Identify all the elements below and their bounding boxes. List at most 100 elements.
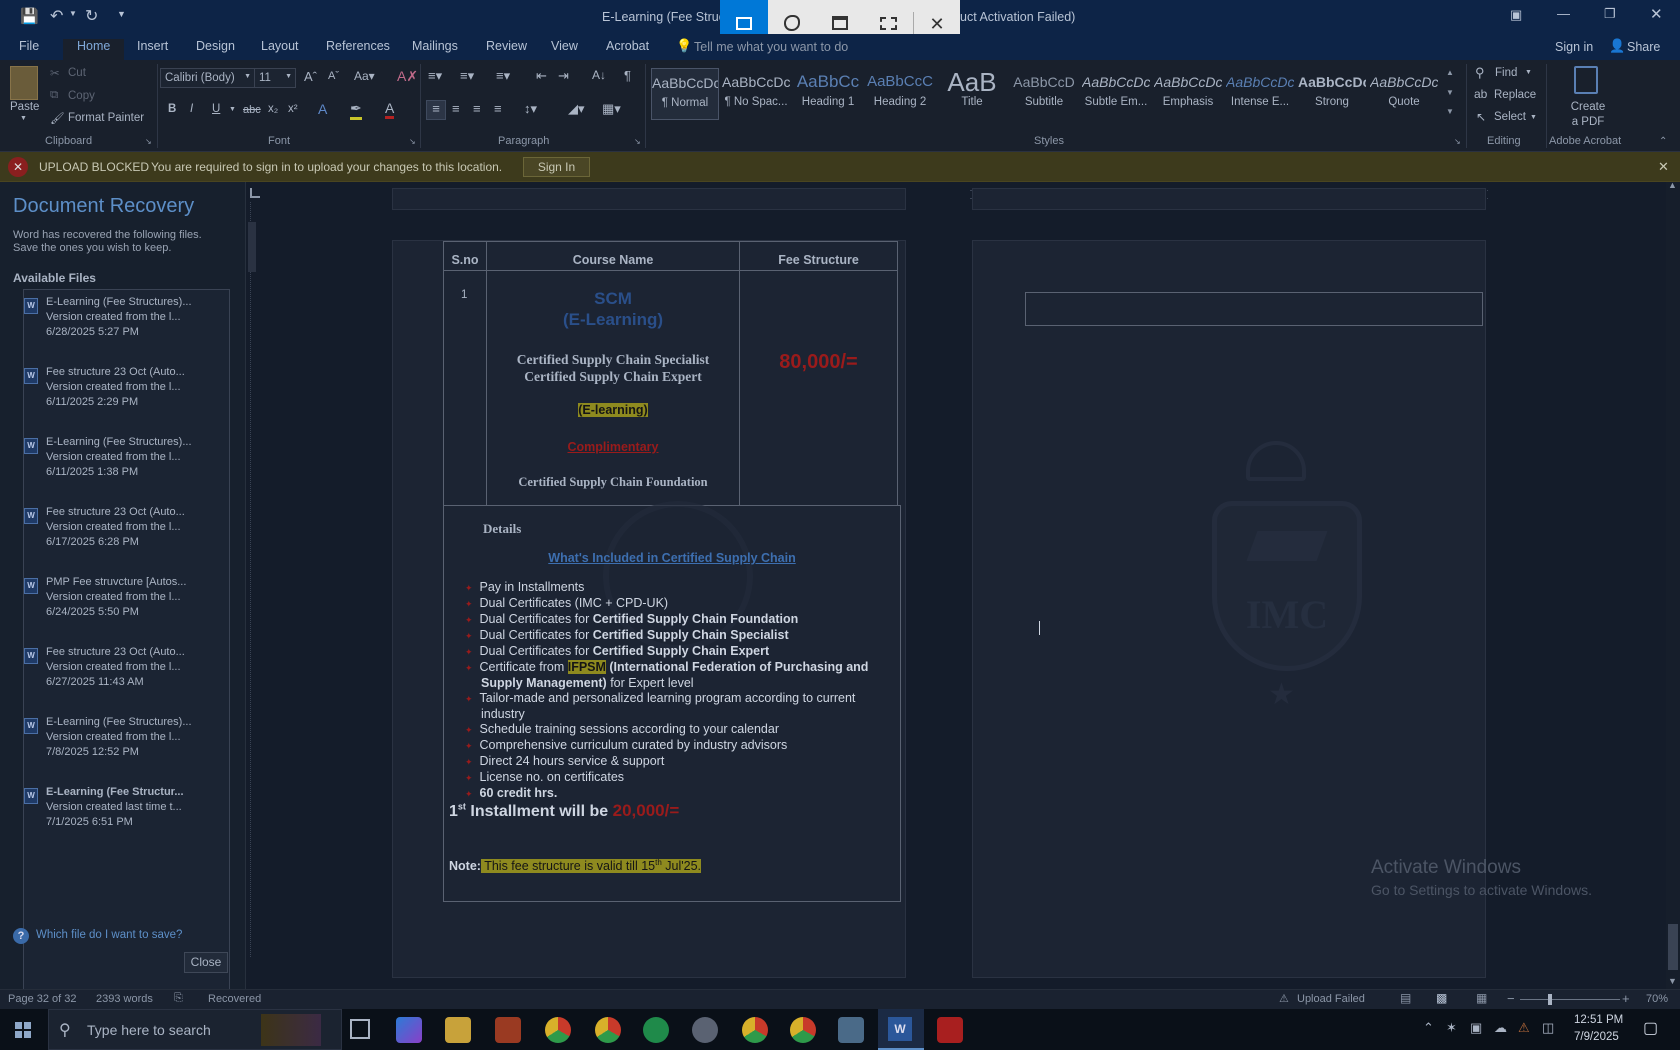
font-size-box[interactable]: 11 ▼ <box>254 68 296 88</box>
close-window-icon[interactable]: ✕ <box>1650 5 1663 23</box>
style-no-spacing[interactable]: AaBbCcDc ¶ No Spac... <box>722 68 790 120</box>
increase-indent-icon[interactable]: ⇥ <box>558 68 569 84</box>
undo-dropdown-icon[interactable]: ▼ <box>69 9 77 18</box>
tab-review[interactable]: Review <box>486 39 527 53</box>
strikethrough-icon[interactable]: abc <box>243 104 261 116</box>
chrome-icon[interactable] <box>790 1017 816 1043</box>
clock-date[interactable]: 7/9/2025 <box>1574 1031 1619 1043</box>
zoom-out-icon[interactable]: − <box>1507 991 1515 1006</box>
ribbon-display-icon[interactable]: ▣ <box>1510 7 1522 23</box>
chrome-icon[interactable] <box>595 1017 621 1043</box>
collapse-ribbon-icon[interactable]: ⌃ <box>1659 136 1667 147</box>
paragraph-launcher-icon[interactable]: ↘ <box>634 137 641 146</box>
styles-scroll-up-icon[interactable]: ▲ <box>1446 68 1454 77</box>
change-case-icon[interactable]: Aa▾ <box>354 69 375 83</box>
recovery-scrollbar-thumb[interactable] <box>248 222 256 272</box>
tab-home[interactable]: Home <box>63 39 125 60</box>
find-button[interactable]: Find <box>1495 67 1517 79</box>
redo-icon[interactable]: ↻ <box>85 6 98 26</box>
help-link[interactable]: Which file do I want to save? <box>36 929 182 941</box>
recovery-file[interactable]: W E-Learning (Fee Structures)... Version… <box>24 435 230 480</box>
select-button[interactable]: Select <box>1494 111 1526 123</box>
text-effects-icon[interactable]: A <box>318 101 327 117</box>
paste-dropdown-icon[interactable]: ▼ <box>20 115 27 122</box>
recovery-file[interactable]: W E-Learning (Fee Structur... Version cr… <box>24 785 230 830</box>
tray-network-icon[interactable]: ▣ <box>1470 1020 1482 1036</box>
scroll-up-icon[interactable]: ▲ <box>1668 180 1677 190</box>
tray-update-icon[interactable]: ⚠ <box>1518 1020 1530 1036</box>
font-color-icon[interactable]: A <box>385 100 395 119</box>
show-marks-icon[interactable]: ¶ <box>624 68 631 83</box>
tray-onedrive-icon[interactable]: ☁ <box>1494 1020 1507 1036</box>
recovery-close-button[interactable]: Close <box>184 952 228 973</box>
style-heading-1[interactable]: AaBbCc Heading 1 <box>794 68 862 120</box>
highlight-color-icon[interactable]: ✒ <box>350 100 362 120</box>
styles-more-icon[interactable]: ▼ <box>1446 107 1454 116</box>
line-spacing-icon[interactable]: ↕▾ <box>524 101 537 117</box>
minimize-icon[interactable]: — <box>1557 6 1570 21</box>
paste-button[interactable]: Paste <box>10 101 39 113</box>
clock-app-icon[interactable] <box>692 1017 718 1043</box>
proofing-icon[interactable]: ⎘ <box>174 992 183 1005</box>
acrobat-icon[interactable] <box>937 1017 963 1043</box>
tab-layout[interactable]: Layout <box>261 39 299 53</box>
tab-acrobat[interactable]: Acrobat <box>606 39 649 53</box>
print-layout-icon[interactable]: ▩ <box>1436 991 1447 1005</box>
whatsapp-icon[interactable] <box>643 1017 669 1043</box>
web-layout-icon[interactable]: ▦ <box>1476 991 1487 1005</box>
underline-dropdown-icon[interactable]: ▼ <box>229 106 236 113</box>
tab-insert[interactable]: Insert <box>137 39 168 53</box>
save-icon[interactable]: 💾 <box>20 7 39 25</box>
zoom-in-icon[interactable]: + <box>1622 991 1630 1006</box>
zoom-level[interactable]: 70% <box>1646 993 1668 1005</box>
style-quote[interactable]: AaBbCcDc Quote <box>1370 68 1438 120</box>
bullets-icon[interactable]: ≡▾ <box>428 68 442 84</box>
customize-qat-icon[interactable]: ▼ <box>117 9 126 19</box>
style-emphasis[interactable]: AaBbCcDc Emphasis <box>1154 68 1222 120</box>
justify-icon[interactable]: ≡ <box>494 101 502 116</box>
borders-icon[interactable]: ▦▾ <box>602 101 621 117</box>
cut-button[interactable]: Cut <box>68 67 86 79</box>
create-pdf-button[interactable]: Create a PDF <box>1568 100 1608 130</box>
file-explorer-icon[interactable] <box>445 1017 471 1043</box>
chrome-icon[interactable] <box>742 1017 768 1043</box>
word-taskbar-button[interactable]: W <box>878 1009 924 1050</box>
sign-in-button[interactable]: Sign In <box>523 157 590 177</box>
shrink-font-icon[interactable]: Aˇ <box>328 70 339 82</box>
zoom-slider[interactable] <box>1520 999 1620 1000</box>
numbering-icon[interactable]: ≡▾ <box>460 68 474 84</box>
style-strong[interactable]: AaBbCcDc Strong <box>1298 68 1366 120</box>
recovery-file[interactable]: W Fee structure 23 Oct (Auto... Version … <box>24 505 230 550</box>
share-button[interactable]: Share <box>1627 40 1660 54</box>
subscript-icon[interactable]: x₂ <box>268 103 278 115</box>
task-view-icon[interactable] <box>350 1019 370 1039</box>
multilevel-icon[interactable]: ≡▾ <box>496 68 510 84</box>
scroll-down-icon[interactable]: ▼ <box>1668 976 1677 986</box>
underline-icon[interactable]: U <box>212 103 220 115</box>
replace-button[interactable]: Replace <box>1494 89 1536 101</box>
recovery-file[interactable]: W E-Learning (Fee Structures)... Version… <box>24 715 230 760</box>
decrease-indent-icon[interactable]: ⇤ <box>536 68 547 84</box>
find-dropdown-icon[interactable]: ▼ <box>1525 69 1532 76</box>
style-subtle-emphasis[interactable]: AaBbCcDc Subtle Em... <box>1082 68 1150 120</box>
close-infobar-icon[interactable]: ✕ <box>1658 159 1669 175</box>
format-painter-button[interactable]: Format Painter <box>68 112 144 124</box>
tray-wifi-icon[interactable]: ◫ <box>1542 1020 1554 1036</box>
style-heading-2[interactable]: AaBbCcC Heading 2 <box>866 68 934 120</box>
tray-app-icon[interactable]: ✶ <box>1446 1020 1457 1036</box>
style-normal[interactable]: AaBbCcDc ¶ Normal <box>651 68 719 120</box>
select-dropdown-icon[interactable]: ▼ <box>1530 114 1537 121</box>
start-button[interactable] <box>0 1009 46 1050</box>
restore-icon[interactable]: ❐ <box>1604 6 1616 22</box>
bold-icon[interactable]: B <box>168 103 176 115</box>
copilot-icon[interactable] <box>396 1017 422 1043</box>
italic-icon[interactable]: I <box>190 103 193 115</box>
grow-font-icon[interactable]: Aˆ <box>304 69 317 84</box>
notes-app-icon[interactable] <box>838 1017 864 1043</box>
notifications-icon[interactable]: ▢ <box>1643 1018 1658 1038</box>
page-count[interactable]: Page 32 of 32 <box>8 993 77 1005</box>
style-subtitle[interactable]: AaBbCcD Subtitle <box>1010 68 1078 120</box>
font-launcher-icon[interactable]: ↘ <box>409 137 416 146</box>
sign-in-link[interactable]: Sign in <box>1555 40 1593 54</box>
clipboard-launcher-icon[interactable]: ↘ <box>145 137 152 146</box>
